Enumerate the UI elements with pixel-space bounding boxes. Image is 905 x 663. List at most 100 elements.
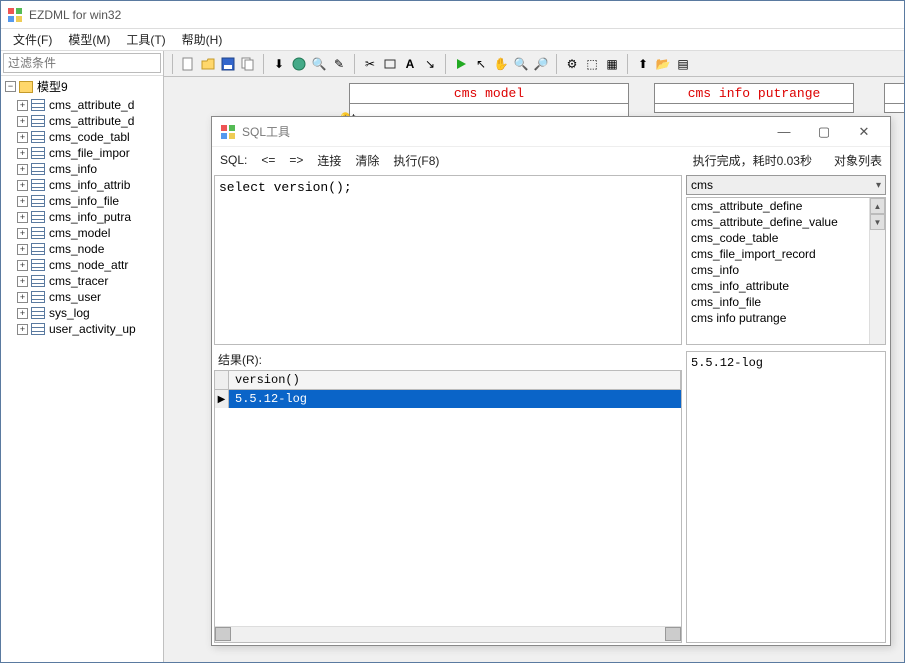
vertical-scrollbar[interactable]: ▲ ▼ — [869, 198, 885, 344]
table-list-item[interactable]: cms_info_file — [687, 294, 885, 310]
connect-button[interactable]: 连接 — [317, 152, 341, 169]
binoculars-icon[interactable]: 🔍 — [310, 55, 328, 73]
expand-icon[interactable]: + — [17, 324, 28, 335]
result-row[interactable]: ▶ 5.5.12-log — [215, 390, 681, 408]
save-icon[interactable] — [219, 55, 237, 73]
minimize-button[interactable]: ― — [766, 121, 802, 143]
tree-item[interactable]: +cms_file_impor — [1, 145, 163, 161]
rect-icon[interactable] — [381, 55, 399, 73]
expand-icon[interactable]: + — [17, 260, 28, 271]
sql-tool-window: SQL工具 ― ▢ ✕ SQL: <= => 连接 清除 执行(F8) 执行完成… — [211, 116, 891, 646]
tree-item[interactable]: +cms_attribute_d — [1, 113, 163, 129]
table-icon — [31, 275, 45, 287]
tree-item[interactable]: +cms_info — [1, 161, 163, 177]
tree-item[interactable]: +cms_model — [1, 225, 163, 241]
expand-icon[interactable]: + — [17, 148, 28, 159]
scroll-up-icon[interactable]: ▲ — [870, 198, 885, 214]
next-button[interactable]: => — [289, 153, 303, 167]
tree-item[interactable]: +user_activity_up — [1, 321, 163, 337]
expand-icon[interactable]: + — [17, 100, 28, 111]
tree-root[interactable]: − 模型9 — [1, 76, 163, 97]
row-handle-header — [215, 371, 229, 389]
tree-item[interactable]: +cms_info_attrib — [1, 177, 163, 193]
tree-item[interactable]: +cms_user — [1, 289, 163, 305]
import-icon[interactable]: ⬇ — [270, 55, 288, 73]
expand-icon[interactable]: + — [17, 164, 28, 175]
table-list-item[interactable]: cms_info — [687, 262, 885, 278]
app-title: EZDML for win32 — [29, 8, 121, 22]
result-grid[interactable]: version() ▶ 5.5.12-log — [214, 370, 682, 643]
result-cell[interactable]: 5.5.12-log — [229, 390, 681, 408]
scroll-right-icon[interactable] — [665, 627, 681, 641]
detail-pane: 5.5.12-log — [686, 351, 886, 643]
table-icon — [31, 323, 45, 335]
table-icon — [31, 99, 45, 111]
tree-item[interactable]: +sys_log — [1, 305, 163, 321]
table-list-item[interactable]: cms info putrange — [687, 310, 885, 326]
sql-editor[interactable]: select version(); — [214, 175, 682, 345]
tree-item[interactable]: +cms_code_tabl — [1, 129, 163, 145]
pencil-icon[interactable]: ✎ — [330, 55, 348, 73]
expand-icon[interactable]: + — [17, 244, 28, 255]
table-list-item[interactable]: cms_file_import_record — [687, 246, 885, 262]
globe-icon[interactable] — [290, 55, 308, 73]
text-icon[interactable]: A — [401, 55, 419, 73]
tool1-icon[interactable]: ⚙ — [563, 55, 581, 73]
table-list-item[interactable]: cms_attribute_define — [687, 198, 885, 214]
line-icon[interactable]: ↘ — [421, 55, 439, 73]
schema-select[interactable]: cms ▾ — [686, 175, 886, 195]
expand-icon[interactable]: + — [17, 180, 28, 191]
scroll-left-icon[interactable] — [215, 627, 231, 641]
expand-icon[interactable]: + — [17, 308, 28, 319]
tool5-icon[interactable]: 📂 — [654, 55, 672, 73]
tree-item[interactable]: +cms_node_attr — [1, 257, 163, 273]
clear-button[interactable]: 清除 — [355, 152, 379, 169]
panel-cms-info-putrange[interactable]: cms info putrange — [654, 83, 854, 113]
table-list-item[interactable]: cms_attribute_define_value — [687, 214, 885, 230]
expand-icon[interactable]: + — [17, 228, 28, 239]
zoomout-icon[interactable]: 🔍 — [512, 55, 530, 73]
table-list[interactable]: cms_attribute_definecms_attribute_define… — [686, 197, 886, 345]
table-list-item[interactable]: cms_code_table — [687, 230, 885, 246]
filter-input[interactable] — [3, 53, 161, 73]
tree-item[interactable]: +cms_info_putra — [1, 209, 163, 225]
tree-item[interactable]: +cms_attribute_d — [1, 97, 163, 113]
menu-tool[interactable]: 工具(T) — [118, 29, 173, 50]
expand-icon[interactable]: + — [17, 196, 28, 207]
expand-icon[interactable]: + — [17, 212, 28, 223]
close-button[interactable]: ✕ — [846, 121, 882, 143]
tool6-icon[interactable]: ▤ — [674, 55, 692, 73]
expand-icon[interactable]: + — [17, 292, 28, 303]
table-list-item[interactable]: cms_info_attribute — [687, 278, 885, 294]
menu-model[interactable]: 模型(M) — [60, 29, 118, 50]
hand-icon[interactable]: ✋ — [492, 55, 510, 73]
tool4-icon[interactable]: ⬆ — [634, 55, 652, 73]
menu-file[interactable]: 文件(F) — [5, 29, 60, 50]
panel-cms-node[interactable]: cms node — [884, 83, 904, 113]
zoomin-icon[interactable]: 🔎 — [532, 55, 550, 73]
cut-icon[interactable]: ✂ — [361, 55, 379, 73]
execute-button[interactable]: 执行(F8) — [393, 152, 439, 169]
expand-icon[interactable]: + — [17, 116, 28, 127]
menu-help[interactable]: 帮助(H) — [174, 29, 231, 50]
expand-icon[interactable]: − — [5, 81, 16, 92]
tree-item[interactable]: +cms_info_file — [1, 193, 163, 209]
horizontal-scrollbar[interactable] — [215, 626, 681, 642]
expand-icon[interactable]: + — [17, 276, 28, 287]
new-icon[interactable] — [179, 55, 197, 73]
scroll-down-icon[interactable]: ▼ — [870, 214, 885, 230]
column-header[interactable]: version() — [229, 371, 681, 389]
tool2-icon[interactable]: ⬚ — [583, 55, 601, 73]
copy-icon[interactable] — [239, 55, 257, 73]
tool3-icon[interactable]: ▦ — [603, 55, 621, 73]
play-icon[interactable] — [452, 55, 470, 73]
sql-titlebar[interactable]: SQL工具 ― ▢ ✕ — [212, 117, 890, 147]
prev-button[interactable]: <= — [261, 153, 275, 167]
panel-title: cms info putrange — [655, 84, 853, 104]
maximize-button[interactable]: ▢ — [806, 121, 842, 143]
tree-item[interactable]: +cms_node — [1, 241, 163, 257]
pointer-icon[interactable]: ↖ — [472, 55, 490, 73]
expand-icon[interactable]: + — [17, 132, 28, 143]
tree-item[interactable]: +cms_tracer — [1, 273, 163, 289]
open-icon[interactable] — [199, 55, 217, 73]
